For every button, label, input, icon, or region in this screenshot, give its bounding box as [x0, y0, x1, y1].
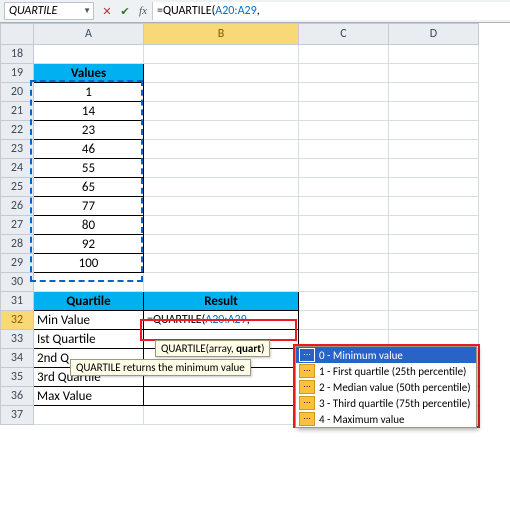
column-header[interactable]: C: [299, 24, 389, 45]
enum-icon: ⋯: [299, 364, 315, 378]
column-header[interactable]: A: [34, 24, 144, 45]
formula-accept-button[interactable]: ✔: [116, 3, 134, 19]
row-header[interactable]: 25: [1, 178, 34, 197]
value-cell[interactable]: 77: [34, 197, 144, 216]
row-header[interactable]: 19: [1, 64, 34, 83]
enum-icon: ⋯: [299, 380, 315, 394]
function-syntax-tooltip: QUARTILE(array, quart): [155, 340, 270, 357]
enum-icon: ⋯: [299, 348, 315, 362]
autocomplete-item[interactable]: ⋯1 - First quartile (25th percentile): [296, 363, 476, 379]
formula-cancel-button[interactable]: ✕: [98, 3, 116, 19]
row-header[interactable]: 18: [1, 45, 34, 64]
values-header: Values: [34, 64, 144, 83]
quartile-label[interactable]: Max Value: [34, 387, 144, 406]
formula-text-suffix: ,: [257, 4, 260, 18]
value-cell[interactable]: 100: [34, 254, 144, 273]
value-cell[interactable]: 80: [34, 216, 144, 235]
autocomplete-item[interactable]: ⋯4 - Maximum value: [296, 411, 476, 427]
row-header[interactable]: 31: [1, 292, 34, 311]
value-cell[interactable]: 65: [34, 178, 144, 197]
value-cell[interactable]: 92: [34, 235, 144, 254]
function-return-tooltip: QUARTILE returns the minimum value: [70, 359, 251, 376]
quartile-label[interactable]: Min Value: [34, 311, 144, 330]
row-header[interactable]: 29: [1, 254, 34, 273]
row-header[interactable]: 21: [1, 102, 34, 121]
enum-icon: ⋯: [299, 412, 315, 426]
row-header[interactable]: 23: [1, 140, 34, 159]
insert-function-button[interactable]: fx: [134, 3, 152, 19]
dropdown-icon[interactable]: ▼: [83, 6, 91, 16]
row-header[interactable]: 32: [1, 311, 34, 330]
enum-icon: ⋯: [299, 396, 315, 410]
row-header[interactable]: 26: [1, 197, 34, 216]
autocomplete-item[interactable]: ⋯0 - Minimum value: [296, 347, 476, 363]
formula-bar: QUARTILE ▼ ✕ ✔ fx =QUARTILE(A20:A29,: [0, 0, 510, 23]
row-header[interactable]: 22: [1, 121, 34, 140]
quartile-header-a: Quartile: [34, 292, 144, 311]
row-header[interactable]: 36: [1, 387, 34, 406]
value-cell[interactable]: 46: [34, 140, 144, 159]
row-header[interactable]: 27: [1, 216, 34, 235]
select-all-corner[interactable]: [1, 24, 34, 45]
column-header[interactable]: B: [144, 24, 299, 45]
active-cell[interactable]: =QUARTILE(A20:A29,: [144, 311, 299, 330]
row-header[interactable]: 34: [1, 349, 34, 368]
quartile-header-b: Result: [144, 292, 299, 311]
row-header[interactable]: 24: [1, 159, 34, 178]
row-header[interactable]: 35: [1, 368, 34, 387]
spreadsheet-grid[interactable]: A B C D 18 19Values 201 2114 2223 2346 2…: [0, 23, 510, 425]
autocomplete-item[interactable]: ⋯3 - Third quartile (75th percentile): [296, 395, 476, 411]
row-header[interactable]: 30: [1, 273, 34, 292]
value-cell[interactable]: 55: [34, 159, 144, 178]
name-box[interactable]: QUARTILE ▼: [4, 2, 94, 20]
value-cell[interactable]: 1: [34, 83, 144, 102]
formula-input[interactable]: =QUARTILE(A20:A29,: [152, 2, 510, 20]
row-header[interactable]: 20: [1, 83, 34, 102]
name-box-value: QUARTILE: [9, 4, 57, 18]
value-cell[interactable]: 14: [34, 102, 144, 121]
autocomplete-item[interactable]: ⋯2 - Median value (50th percentile): [296, 379, 476, 395]
row-header[interactable]: 33: [1, 330, 34, 349]
column-header-row: A B C D: [1, 24, 479, 45]
formula-text-prefix: =QUARTILE(: [157, 4, 215, 18]
formula-text-ref: A20:A29: [215, 4, 256, 18]
row-header[interactable]: 37: [1, 406, 34, 425]
quartile-label[interactable]: Ist Quartile: [34, 330, 144, 349]
value-cell[interactable]: 23: [34, 121, 144, 140]
column-header[interactable]: D: [389, 24, 479, 45]
autocomplete-dropdown[interactable]: ⋯0 - Minimum value ⋯1 - First quartile (…: [295, 346, 477, 428]
row-header[interactable]: 28: [1, 235, 34, 254]
